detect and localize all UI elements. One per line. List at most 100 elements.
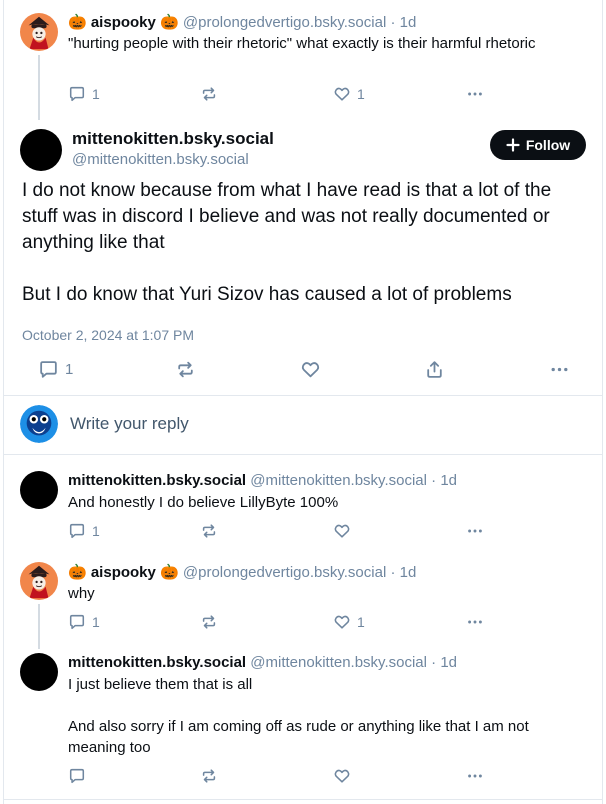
more-icon bbox=[549, 359, 570, 380]
post-header: 🎃 aispooky 🎃 @prolongedvertigo.bsky.soci… bbox=[68, 563, 416, 581]
more-icon bbox=[466, 522, 484, 540]
display-name[interactable]: 🎃 aispooky 🎃 bbox=[68, 564, 179, 581]
reply-button[interactable]: 1 bbox=[68, 85, 100, 103]
repost-icon bbox=[200, 522, 218, 540]
handle[interactable]: @mittenokitten.bsky.social bbox=[72, 151, 249, 168]
plus-icon bbox=[506, 138, 520, 152]
display-name[interactable]: 🎃 aispooky 🎃 bbox=[68, 14, 179, 31]
more-icon bbox=[466, 85, 484, 103]
handle[interactable]: @mittenokitten.bsky.social bbox=[250, 654, 427, 671]
repost-icon bbox=[200, 613, 218, 631]
post-text: I just believe them that is all And also… bbox=[68, 674, 583, 758]
more-button[interactable] bbox=[549, 359, 570, 380]
repost-button[interactable] bbox=[200, 613, 218, 631]
more-button[interactable] bbox=[466, 522, 484, 540]
avatar[interactable] bbox=[20, 129, 62, 171]
display-name[interactable]: mittenokitten.bsky.social bbox=[72, 129, 274, 148]
reply-icon bbox=[68, 613, 86, 631]
share-icon bbox=[424, 359, 445, 380]
post-age[interactable]: 1d bbox=[400, 564, 417, 581]
reply-button[interactable]: 1 bbox=[68, 613, 100, 631]
like-count: 1 bbox=[357, 614, 365, 630]
reply-icon bbox=[38, 359, 59, 380]
like-icon bbox=[333, 613, 351, 631]
divider bbox=[3, 395, 603, 396]
post-actions bbox=[68, 767, 488, 787]
repost-button[interactable] bbox=[200, 522, 218, 540]
repost-icon bbox=[200, 85, 218, 103]
like-icon bbox=[333, 522, 351, 540]
separator-dot: · bbox=[390, 14, 396, 31]
post-paragraph: I just believe them that is all bbox=[68, 676, 253, 693]
repost-button[interactable] bbox=[200, 85, 218, 103]
like-button[interactable] bbox=[333, 522, 351, 540]
handle[interactable]: @prolongedvertigo.bsky.social bbox=[183, 14, 386, 31]
like-icon bbox=[300, 359, 321, 380]
follow-button[interactable]: Follow bbox=[490, 130, 586, 160]
repost-button[interactable] bbox=[200, 767, 218, 785]
repost-icon bbox=[175, 359, 196, 380]
reply-count: 1 bbox=[92, 86, 100, 102]
separator-dot: · bbox=[390, 564, 396, 581]
post-actions: 1 bbox=[38, 359, 578, 379]
display-name[interactable]: mittenokitten.bsky.social bbox=[68, 654, 246, 671]
post-header: mittenokitten.bsky.social @mittenokitten… bbox=[68, 654, 457, 671]
handle[interactable]: @prolongedvertigo.bsky.social bbox=[183, 564, 386, 581]
share-button[interactable] bbox=[424, 359, 445, 380]
separator-dot: · bbox=[431, 654, 437, 671]
more-button[interactable] bbox=[466, 767, 484, 785]
main-post-paragraph: I do not know because from what I have r… bbox=[22, 180, 552, 253]
reply-button[interactable] bbox=[68, 767, 86, 785]
post-paragraph: And also sorry if I am coming off as rud… bbox=[68, 718, 529, 756]
follow-label: Follow bbox=[525, 137, 571, 153]
more-button[interactable] bbox=[466, 85, 484, 103]
main-post-paragraph: But I do know that Yuri Sizov has caused… bbox=[22, 284, 512, 305]
like-button[interactable] bbox=[333, 767, 351, 785]
like-icon bbox=[333, 85, 351, 103]
like-icon bbox=[333, 767, 351, 785]
post-age[interactable]: 1d bbox=[440, 472, 457, 489]
like-button[interactable]: 1 bbox=[333, 613, 365, 631]
thread-line bbox=[38, 604, 40, 649]
reply-count: 1 bbox=[92, 614, 100, 630]
reply-icon bbox=[68, 85, 86, 103]
post-age[interactable]: 1d bbox=[440, 654, 457, 671]
reply-button[interactable]: 1 bbox=[68, 522, 100, 540]
avatar[interactable] bbox=[20, 471, 58, 509]
more-icon bbox=[466, 613, 484, 631]
post-header: 🎃 aispooky 🎃 @prolongedvertigo.bsky.soci… bbox=[68, 13, 416, 31]
main-post-text: I do not know because from what I have r… bbox=[22, 178, 582, 308]
more-button[interactable] bbox=[466, 613, 484, 631]
like-count: 1 bbox=[357, 86, 365, 102]
display-name[interactable]: mittenokitten.bsky.social bbox=[68, 472, 246, 489]
post-header: mittenokitten.bsky.social @mittenokitten… bbox=[68, 472, 457, 489]
avatar[interactable] bbox=[20, 13, 58, 51]
post-text: "hurting people with their rhetoric" wha… bbox=[68, 35, 536, 52]
post-age[interactable]: 1d bbox=[400, 14, 417, 31]
reply-button[interactable]: 1 bbox=[38, 359, 73, 380]
post-header: mittenokitten.bsky.social bbox=[72, 129, 274, 149]
reply-input[interactable]: Write your reply bbox=[70, 414, 189, 434]
divider bbox=[3, 454, 603, 455]
avatar bbox=[20, 405, 58, 443]
post-actions: 1 1 bbox=[68, 613, 488, 633]
reply-count: 1 bbox=[92, 523, 100, 539]
post-actions: 1 1 bbox=[68, 85, 488, 105]
handle[interactable]: @mittenokitten.bsky.social bbox=[250, 472, 427, 489]
post-timestamp[interactable]: October 2, 2024 at 1:07 PM bbox=[22, 327, 194, 343]
more-icon bbox=[466, 767, 484, 785]
thread-line bbox=[38, 55, 40, 120]
divider bbox=[3, 799, 603, 800]
reply-icon bbox=[68, 522, 86, 540]
avatar[interactable] bbox=[20, 562, 58, 600]
post-text: And honestly I do believe LillyByte 100% bbox=[68, 494, 339, 511]
reply-icon bbox=[68, 767, 86, 785]
like-button[interactable] bbox=[300, 359, 321, 380]
post-text: why bbox=[68, 585, 95, 602]
post-actions: 1 bbox=[68, 522, 488, 542]
repost-button[interactable] bbox=[175, 359, 196, 380]
like-button[interactable]: 1 bbox=[333, 85, 365, 103]
post-handle-row: @mittenokitten.bsky.social bbox=[72, 151, 249, 168]
reply-count: 1 bbox=[65, 361, 74, 378]
avatar[interactable] bbox=[20, 653, 58, 691]
